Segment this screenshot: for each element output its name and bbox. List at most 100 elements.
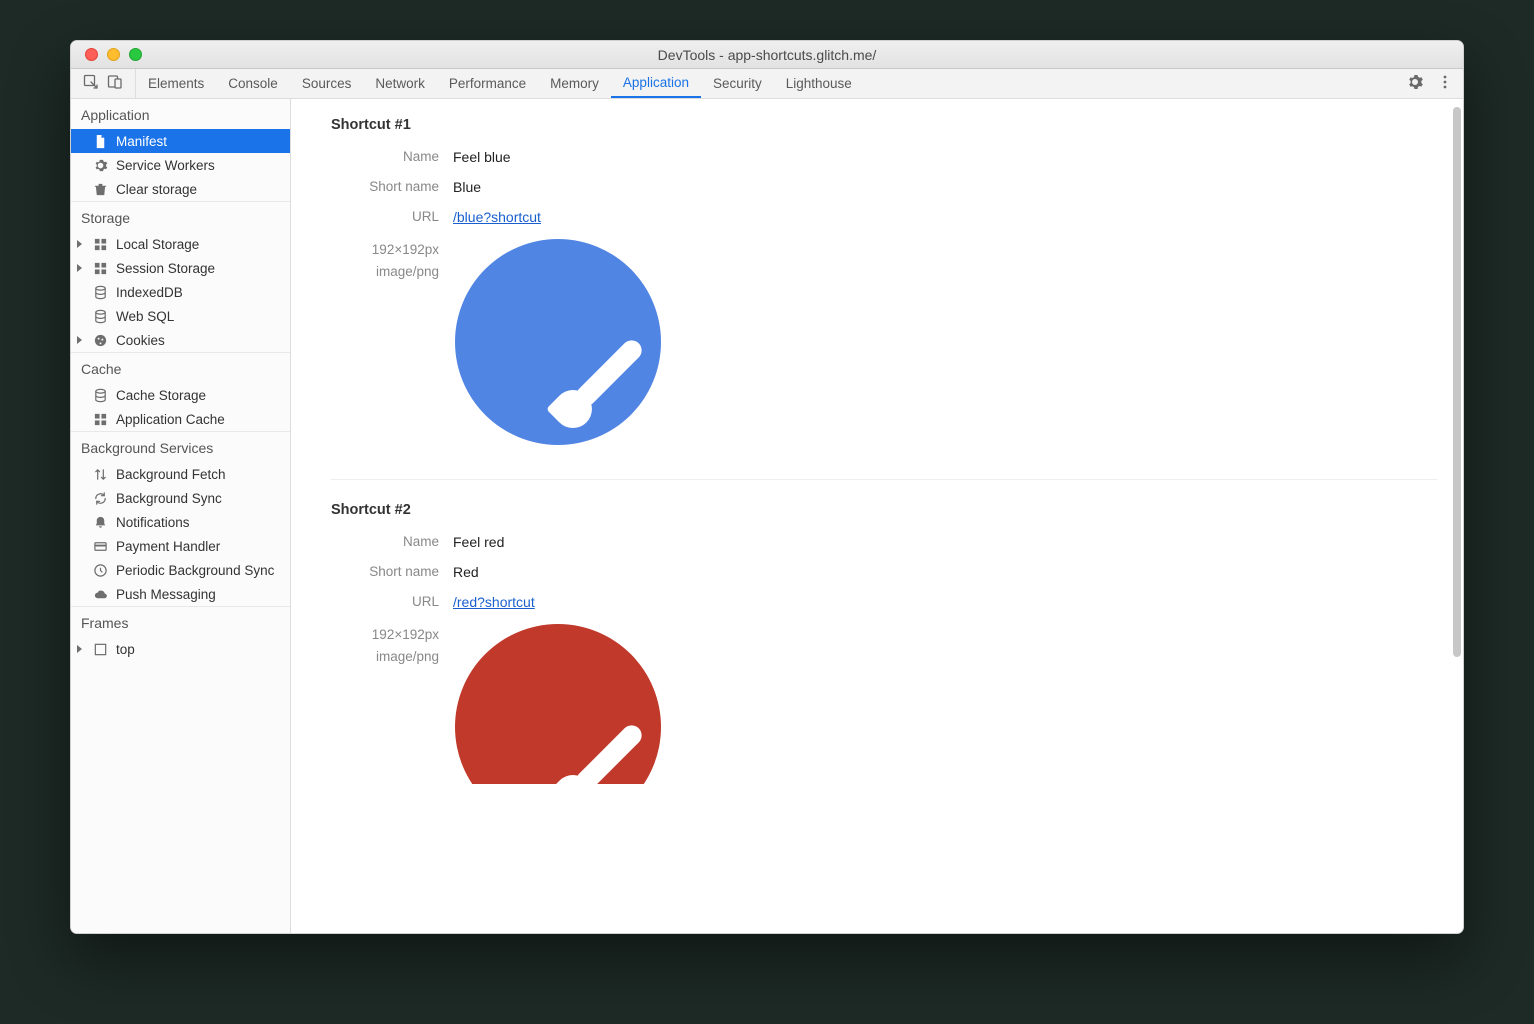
sidebar-item-label: top <box>116 642 135 657</box>
tab-performance[interactable]: Performance <box>437 69 538 98</box>
sidebar-group-storage: Storage <box>71 201 290 232</box>
manifest-panel: Shortcut #1 NameFeel blue Short nameBlue… <box>291 99 1463 933</box>
sidebar-item-label: Cache Storage <box>116 388 206 403</box>
sidebar-item-service-workers[interactable]: Service Workers <box>71 153 290 177</box>
scrollbar[interactable] <box>1453 107 1461 657</box>
field-label-url: URL <box>331 594 453 609</box>
grid-icon <box>93 237 108 252</box>
db-icon <box>93 388 108 403</box>
expand-arrow-icon[interactable] <box>77 240 82 248</box>
icon-mimetype: image/png <box>331 646 439 668</box>
shortcut-shortname-value: Red <box>453 564 479 580</box>
tab-elements[interactable]: Elements <box>136 69 216 98</box>
shortcut-name-value: Feel blue <box>453 149 511 165</box>
icon-dimensions: 192×192px <box>331 624 439 646</box>
shortcut-section-2: Shortcut #2 NameFeel red Short nameRed U… <box>331 502 1437 818</box>
sidebar-item-label: IndexedDB <box>116 285 183 300</box>
grid-icon <box>93 412 108 427</box>
file-icon <box>93 134 108 149</box>
sidebar-item-top[interactable]: top <box>71 637 290 661</box>
close-window-button[interactable] <box>85 48 98 61</box>
zoom-window-button[interactable] <box>129 48 142 61</box>
shortcut-url-link[interactable]: /red?shortcut <box>453 594 535 610</box>
shortcut-icon-preview <box>455 239 661 445</box>
sidebar-item-local-storage[interactable]: Local Storage <box>71 232 290 256</box>
sidebar-item-label: Service Workers <box>116 158 215 173</box>
expand-arrow-icon[interactable] <box>77 336 82 344</box>
devtools-tabstrip: ElementsConsoleSourcesNetworkPerformance… <box>71 69 1463 99</box>
sidebar-item-manifest[interactable]: Manifest <box>71 129 290 153</box>
sidebar-item-web-sql[interactable]: Web SQL <box>71 304 290 328</box>
tab-console[interactable]: Console <box>216 69 290 98</box>
sidebar-item-label: Local Storage <box>116 237 199 252</box>
sidebar-item-clear-storage[interactable]: Clear storage <box>71 177 290 201</box>
device-toolbar-icon[interactable] <box>107 74 123 93</box>
icon-dimensions: 192×192px <box>331 239 439 261</box>
sidebar-item-indexeddb[interactable]: IndexedDB <box>71 280 290 304</box>
tab-lighthouse[interactable]: Lighthouse <box>774 69 864 98</box>
shortcut-shortname-value: Blue <box>453 179 481 195</box>
field-label-url: URL <box>331 209 453 224</box>
bell-icon <box>93 515 108 530</box>
sidebar-item-cookies[interactable]: Cookies <box>71 328 290 352</box>
brush-icon <box>572 721 646 784</box>
trash-icon <box>93 182 108 197</box>
window-title: DevTools - app-shortcuts.glitch.me/ <box>71 47 1463 63</box>
sidebar-item-background-fetch[interactable]: Background Fetch <box>71 462 290 486</box>
db-icon <box>93 285 108 300</box>
db-icon <box>93 309 108 324</box>
sidebar-group-application: Application <box>71 99 290 129</box>
shortcut-url-link[interactable]: /blue?shortcut <box>453 209 541 225</box>
shortcut-icon-preview <box>455 624 661 784</box>
tab-network[interactable]: Network <box>363 69 437 98</box>
arrows-icon <box>93 467 108 482</box>
settings-gear-icon[interactable] <box>1407 74 1423 93</box>
sidebar-group-cache: Cache <box>71 352 290 383</box>
sidebar-item-notifications[interactable]: Notifications <box>71 510 290 534</box>
sidebar-item-label: Push Messaging <box>116 587 216 602</box>
sidebar-item-label: Payment Handler <box>116 539 220 554</box>
sidebar-item-label: Clear storage <box>116 182 197 197</box>
sidebar-item-background-sync[interactable]: Background Sync <box>71 486 290 510</box>
gear-icon <box>93 158 108 173</box>
traffic-lights <box>71 48 142 61</box>
expand-arrow-icon[interactable] <box>77 264 82 272</box>
sidebar-item-label: Application Cache <box>116 412 225 427</box>
expand-arrow-icon[interactable] <box>77 645 82 653</box>
sidebar-item-label: Background Sync <box>116 491 222 506</box>
field-label-shortname: Short name <box>331 564 453 579</box>
brush-icon <box>572 336 646 410</box>
sidebar-item-periodic-background-sync[interactable]: Periodic Background Sync <box>71 558 290 582</box>
field-label-name: Name <box>331 149 453 164</box>
tab-memory[interactable]: Memory <box>538 69 611 98</box>
sidebar-item-push-messaging[interactable]: Push Messaging <box>71 582 290 606</box>
minimize-window-button[interactable] <box>107 48 120 61</box>
tab-sources[interactable]: Sources <box>290 69 364 98</box>
frame-icon <box>93 642 108 657</box>
sidebar-item-label: Notifications <box>116 515 190 530</box>
sidebar-item-label: Manifest <box>116 134 167 149</box>
sidebar-item-cache-storage[interactable]: Cache Storage <box>71 383 290 407</box>
shortcut-name-value: Feel red <box>453 534 504 550</box>
application-sidebar: Application Manifest Service Workers Clear … <box>71 99 291 933</box>
sidebar-item-label: Background Fetch <box>116 467 226 482</box>
sidebar-item-session-storage[interactable]: Session Storage <box>71 256 290 280</box>
tab-application[interactable]: Application <box>611 69 701 98</box>
shortcut-heading: Shortcut #2 <box>331 502 1437 518</box>
sidebar-item-label: Periodic Background Sync <box>116 563 274 578</box>
card-icon <box>93 539 108 554</box>
devtools-window: DevTools - app-shortcuts.glitch.me/ Elem… <box>70 40 1464 934</box>
sidebar-group-background-services: Background Services <box>71 431 290 462</box>
titlebar: DevTools - app-shortcuts.glitch.me/ <box>71 41 1463 69</box>
sidebar-item-application-cache[interactable]: Application Cache <box>71 407 290 431</box>
sync-icon <box>93 491 108 506</box>
field-label-shortname: Short name <box>331 179 453 194</box>
icon-mimetype: image/png <box>331 261 439 283</box>
tab-security[interactable]: Security <box>701 69 774 98</box>
sidebar-item-label: Session Storage <box>116 261 215 276</box>
inspect-element-icon[interactable] <box>83 74 99 93</box>
sidebar-item-payment-handler[interactable]: Payment Handler <box>71 534 290 558</box>
sidebar-item-label: Web SQL <box>116 309 174 324</box>
sidebar-item-label: Cookies <box>116 333 165 348</box>
kebab-menu-icon[interactable] <box>1437 74 1453 93</box>
